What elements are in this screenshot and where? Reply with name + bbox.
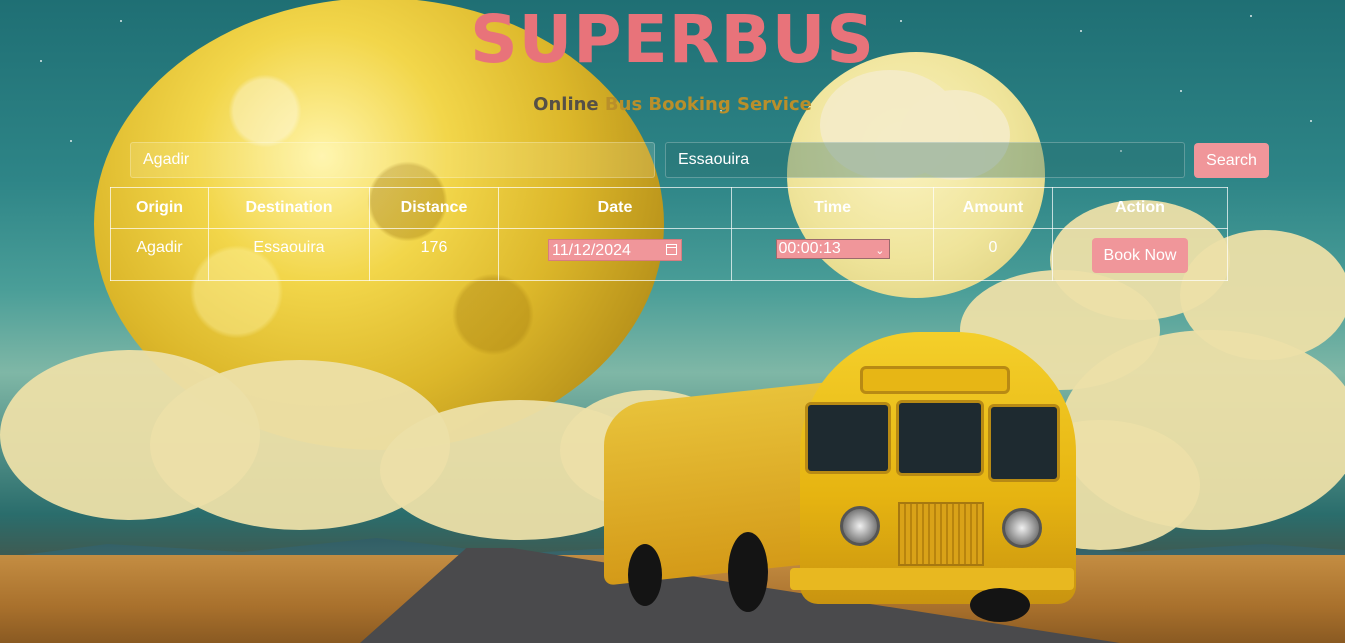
app-title: SUPERBUS xyxy=(470,1,875,78)
destination-input[interactable] xyxy=(665,142,1185,178)
search-bar: Search xyxy=(110,142,1270,180)
table-header-row: Origin Destination Distance Date Time Am… xyxy=(110,187,1228,229)
results-table: Origin Destination Distance Date Time Am… xyxy=(110,187,1228,281)
cell-time: 00:00:13 ⌄ xyxy=(731,228,934,281)
date-input[interactable]: 11/12/2024 xyxy=(548,239,682,261)
school-bus xyxy=(600,332,1076,622)
star xyxy=(1180,90,1182,92)
cell-date: 11/12/2024 xyxy=(498,228,732,281)
cell-origin: Agadir xyxy=(110,228,209,281)
star xyxy=(70,140,72,142)
chevron-down-icon: ⌄ xyxy=(875,245,885,257)
background-scene: SUPERBUS Online Bus Booking Service Sear… xyxy=(0,0,1345,643)
book-now-button[interactable]: Book Now xyxy=(1092,238,1188,273)
origin-input[interactable] xyxy=(130,142,655,178)
headlight xyxy=(1002,508,1042,548)
header-action: Action xyxy=(1052,187,1228,229)
header-date: Date xyxy=(498,187,732,229)
bus-wheel xyxy=(628,544,662,606)
cell-destination: Essaouira xyxy=(208,228,370,281)
header-time: Time xyxy=(731,187,934,229)
header-origin: Origin xyxy=(110,187,209,229)
app-subtitle: Online Bus Booking Service xyxy=(0,94,1345,116)
header-destination: Destination xyxy=(208,187,370,229)
date-value: 11/12/2024 xyxy=(552,242,631,259)
cell-distance: 176 xyxy=(369,228,499,281)
bus-bumper xyxy=(790,568,1074,590)
header-amount: Amount xyxy=(933,187,1053,229)
subtitle-service: Bus Booking Service xyxy=(604,94,812,115)
bus-window xyxy=(805,402,891,474)
search-button[interactable]: Search xyxy=(1194,143,1269,178)
time-select[interactable]: 00:00:13 ⌄ xyxy=(775,239,890,259)
bus-wheel xyxy=(970,588,1030,622)
header-distance: Distance xyxy=(369,187,499,229)
bus-wheel xyxy=(728,532,768,612)
bus-grille xyxy=(898,502,984,566)
subtitle-online: Online xyxy=(533,94,599,115)
cell-action: Book Now xyxy=(1052,228,1228,281)
star xyxy=(1310,120,1312,122)
bus-window xyxy=(896,400,984,476)
table-row: Agadir Essaouira 176 11/12/2024 00:00:13… xyxy=(110,228,1228,281)
bus-window xyxy=(988,404,1060,482)
calendar-icon[interactable] xyxy=(666,244,677,255)
headlight xyxy=(840,506,880,546)
bus-sign xyxy=(860,366,1010,394)
time-value: 00:00:13 xyxy=(778,240,841,257)
cell-amount: 0 xyxy=(933,228,1053,281)
